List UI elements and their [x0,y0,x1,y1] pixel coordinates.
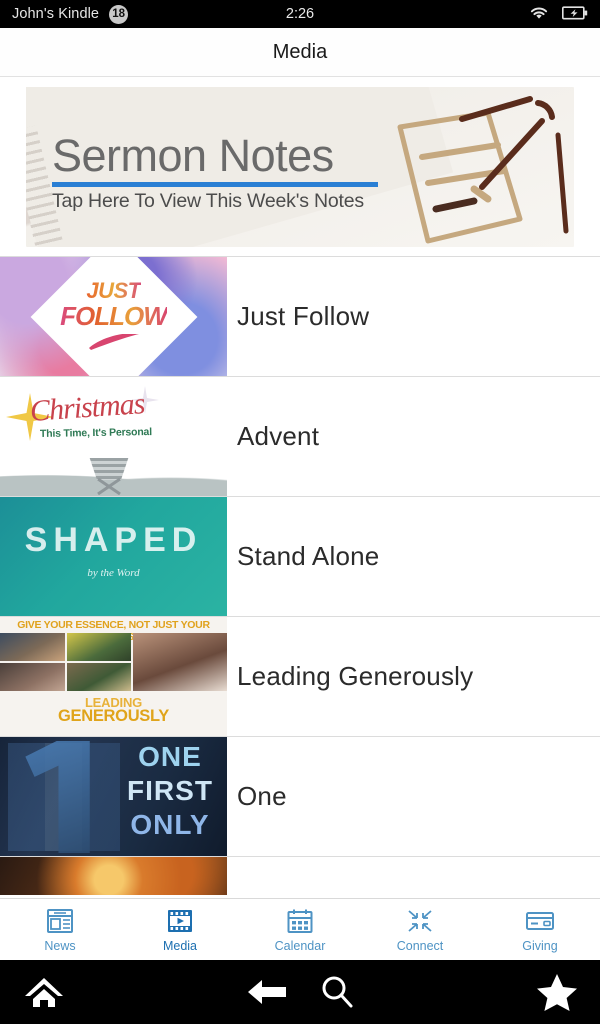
tab-label: Media [162,938,198,953]
newspaper-icon [46,907,74,935]
tab-label: News [44,938,76,953]
home-icon[interactable] [22,973,66,1011]
star-icon[interactable] [536,972,578,1012]
wifi-icon[interactable] [528,5,550,24]
list-item[interactable]: JUST FOLLOW Just Follow [0,256,600,377]
film-play-icon [166,907,194,935]
collage-photo [66,633,132,661]
collage-photo [66,663,132,691]
list-item-title: Advent [237,421,320,451]
banner-heading: Sermon Notes [52,130,334,181]
list-item-title: Stand Alone [237,541,380,571]
list-item-title [227,857,600,894]
bottom-tab-bar: News Media Calendar Connect Giving [0,898,600,960]
thumb-text-line2: This Time, It's Personal [39,426,152,440]
one-first-only-thumbnail[interactable]: ONE FIRST ONLY [0,737,227,857]
thumb-text-line1: ONE [138,741,202,772]
page-title: Media [272,40,328,63]
app-header: Media [0,28,600,77]
leading-generously-thumbnail[interactable]: GIVE YOUR ESSENCE, NOT JUST YOUR EXCESS … [0,617,227,737]
search-icon[interactable] [318,973,356,1011]
tab-media[interactable]: Media [120,899,240,960]
list-item[interactable]: Christmas This Time, It's Personal Adven… [0,376,600,497]
banner-underline [52,182,378,187]
list-item[interactable]: GIVE YOUR ESSENCE, NOT JUST YOUR EXCESS … [0,616,600,737]
sermon-notes-banner-wrapper: Sermon Notes Tap Here To View This Week'… [0,77,600,256]
advent-christmas-thumbnail[interactable]: Christmas This Time, It's Personal [0,377,227,497]
system-navigation-bar [0,960,600,1024]
list-item[interactable]: SHAPED by the Word Stand Alone [0,496,600,617]
just-follow-thumbnail[interactable]: JUST FOLLOW [0,257,227,377]
collage-photo [0,633,65,661]
list-item[interactable]: ONE FIRST ONLY One [0,736,600,857]
list-item-title: Leading Generously [237,661,474,691]
calendar-icon [286,907,314,935]
swoosh-icon [86,333,142,356]
battery-charging-icon[interactable] [562,5,588,23]
photo-collage [0,633,227,691]
thumb-text-line2: FOLLOW [60,301,168,331]
kindle-screen: John's Kindle 18 2:26 Media Sermon Notes… [0,0,600,1024]
next-series-thumbnail-partial[interactable] [0,857,227,895]
notepad-pencil-icon [370,91,570,247]
notification-badge[interactable]: 18 [109,4,129,24]
banner-text-block: Sermon Notes Tap Here To View This Week'… [52,133,378,213]
device-name: John's Kindle [12,6,100,22]
list-item-title: Just Follow [237,301,370,331]
status-bar: John's Kindle 18 2:26 [0,0,600,28]
tab-news[interactable]: News [0,899,120,960]
thumb-text-line3: GENEROUSLY [57,707,169,725]
sermon-notes-banner[interactable]: Sermon Notes Tap Here To View This Week'… [26,87,574,247]
list-item-title: One [237,781,287,811]
thumb-text-line3: ONLY [130,809,210,840]
collage-photo [0,663,65,691]
back-arrow-icon[interactable] [246,975,288,1009]
tab-label: Connect [396,938,444,953]
list-item[interactable] [0,856,600,895]
media-content-scroll[interactable]: Sermon Notes Tap Here To View This Week'… [0,77,600,902]
tab-calendar[interactable]: Calendar [240,899,360,960]
collage-photo [133,633,227,691]
banner-subheading: Tap Here To View This Week's Notes [52,190,364,212]
tab-label: Calendar [274,938,326,953]
thumb-text-line1: SHAPED [24,521,203,559]
connect-arrows-icon [405,907,435,935]
credit-card-icon [525,907,555,935]
shaped-thumbnail[interactable]: SHAPED by the Word [0,497,227,617]
thumb-text-line2: by the Word [87,567,140,579]
manger-legs [96,477,122,496]
tab-label: Giving [522,938,558,953]
tab-connect[interactable]: Connect [360,899,480,960]
thumb-text-line2: FIRST [127,775,213,806]
tab-giving[interactable]: Giving [480,899,600,960]
thumb-text-line1: Christmas [28,387,146,428]
media-list: JUST FOLLOW Just Follow Christmas This T… [0,256,600,895]
